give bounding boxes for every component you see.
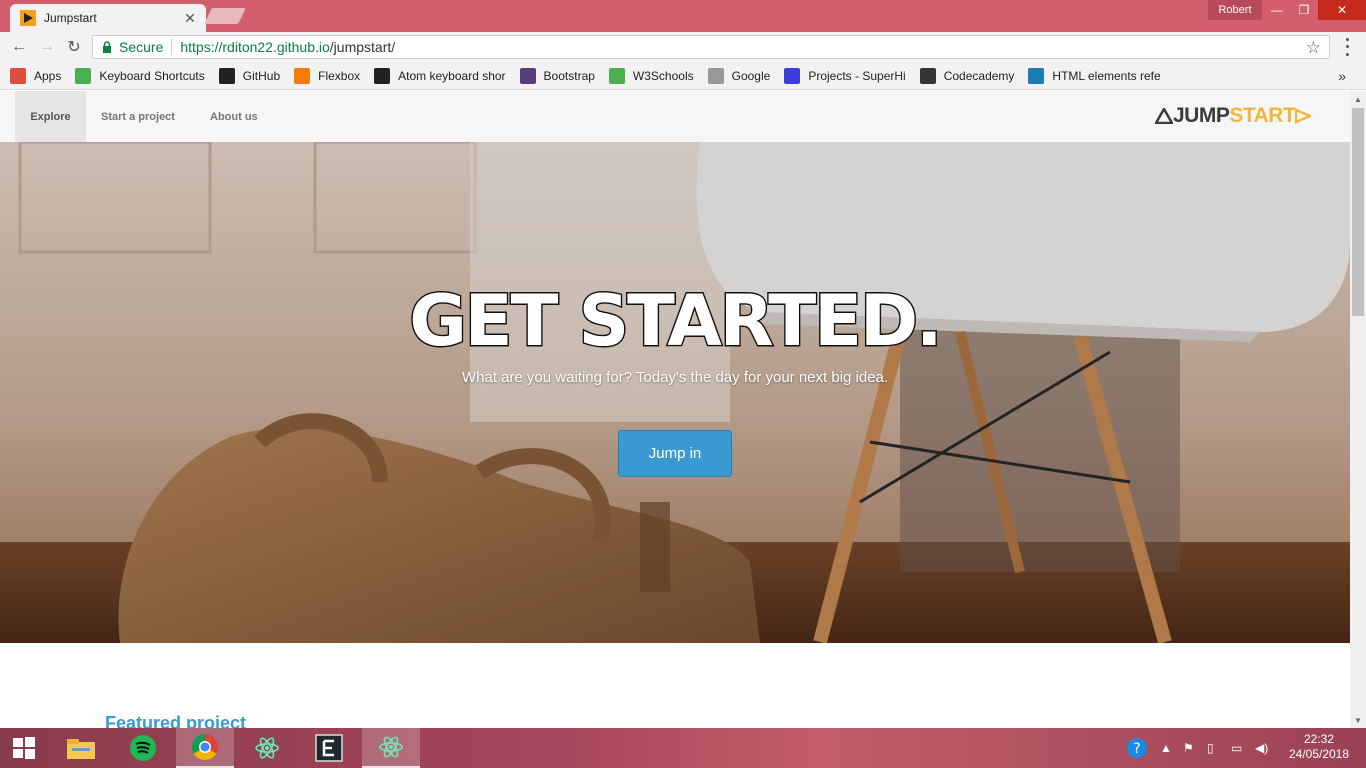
hero-background-image	[0, 142, 1350, 643]
bookmark-item[interactable]: HTML elements refe	[1028, 67, 1161, 84]
bookmark-label: Keyboard Shortcuts	[99, 68, 205, 83]
bookmark-label: Google	[731, 68, 771, 83]
bookmark-label: HTML elements refe	[1052, 68, 1161, 83]
github-icon	[218, 67, 235, 84]
scroll-up-icon[interactable]: ▲	[1350, 91, 1366, 107]
bookmark-label: Codecademy	[943, 68, 1015, 83]
volume-icon[interactable]: ◀)	[1255, 728, 1268, 768]
file-explorer-icon[interactable]	[52, 728, 110, 768]
system-clock[interactable]: 22:32 24/05/2018	[1286, 732, 1352, 762]
scroll-thumb[interactable]	[1352, 108, 1364, 316]
clock-date: 24/05/2018	[1288, 747, 1350, 761]
chrome-menu-icon[interactable]	[1340, 36, 1354, 58]
tablet-icon[interactable]: ▯	[1207, 728, 1214, 768]
bookmark-label: GitHub	[242, 68, 281, 83]
bookmark-item[interactable]: Flexbox	[294, 67, 361, 84]
codecademy-icon	[919, 67, 936, 84]
secure-label: Secure	[119, 39, 164, 55]
superhi-icon	[784, 67, 801, 84]
lock-icon	[103, 41, 111, 53]
bookmark-item[interactable]: Bootstrap	[519, 67, 595, 84]
hero-section: GET STARTED. What are you waiting for? T…	[0, 142, 1350, 643]
forward-arrow-icon[interactable]: →	[36, 37, 58, 57]
featured-project-heading: Featured project	[105, 713, 247, 728]
browser-tab[interactable]: Jumpstart ✕	[10, 4, 206, 32]
svg-text:?: ?	[1133, 741, 1140, 757]
bookmark-item[interactable]: GitHub	[218, 67, 281, 84]
editor-icon[interactable]	[300, 728, 358, 768]
tab-close-icon[interactable]: ✕	[182, 10, 198, 27]
spotify-icon[interactable]	[114, 728, 172, 768]
bookmarks-overflow-icon[interactable]: »	[1338, 68, 1346, 84]
new-tab-button[interactable]	[204, 8, 246, 24]
bookmark-label: W3Schools	[632, 68, 694, 83]
url-path: /jumpstart/	[329, 39, 396, 55]
minimize-icon[interactable]: —	[1264, 0, 1290, 20]
tray-expand-icon[interactable]: ▲	[1160, 728, 1172, 768]
hero-subtitle: What are you waiting for? Today's the da…	[461, 369, 889, 386]
windows-taskbar: ? ▲ ⚑ ▯ ▭ ◀) 22:32 24/05/2018	[0, 728, 1366, 768]
hero-title: GET STARTED.	[408, 279, 944, 364]
back-arrow-icon[interactable]: ←	[8, 37, 30, 57]
reload-icon[interactable]: ↻	[63, 37, 85, 57]
jump-in-button[interactable]: Jump in	[618, 430, 732, 477]
bookmark-label: Bootstrap	[543, 68, 595, 83]
logo-play-icon	[1295, 108, 1312, 124]
windows-start-icon[interactable]	[0, 728, 48, 768]
url-host: https://rditon22.github.io	[180, 39, 330, 55]
page-scrollbar[interactable]: ▲ ▼	[1350, 91, 1366, 728]
clock-time: 22:32	[1303, 732, 1335, 746]
page-viewport: Explore Start a project About us JUMP STA…	[0, 91, 1350, 728]
bookmark-item[interactable]: W3Schools	[608, 67, 694, 84]
tab-title: Jumpstart	[44, 11, 97, 25]
jumpstart-logo[interactable]: JUMP START	[1155, 104, 1312, 127]
play-icon	[20, 10, 36, 26]
chrome-icon[interactable]	[176, 728, 234, 768]
nav-start-project[interactable]: Start a project	[101, 91, 175, 142]
address-bar[interactable]: Secure https://rditon22.github.io/jumpst…	[92, 35, 1330, 59]
logo-triangle-icon	[1155, 108, 1173, 124]
bookmarks-bar: Apps Keyboard Shortcuts GitHub Flexbox Atom …	[0, 62, 1366, 90]
w3-icon	[75, 67, 92, 84]
page-icon	[707, 67, 724, 84]
mdn-icon	[1028, 67, 1045, 84]
bookmark-star-icon[interactable]: ☆	[1306, 38, 1321, 58]
nav-explore[interactable]: Explore	[15, 91, 86, 142]
bookmark-item[interactable]: Atom keyboard shor	[374, 67, 506, 84]
restore-icon[interactable]: ❐	[1290, 0, 1318, 20]
github-icon	[374, 67, 391, 84]
bookmark-label: Apps	[34, 68, 62, 83]
bookmark-label: Atom keyboard shor	[398, 68, 506, 83]
bootstrap-icon	[519, 67, 536, 84]
bookmark-item[interactable]: Apps	[10, 67, 62, 84]
asterisk-icon	[294, 67, 311, 84]
bookmark-item[interactable]: Projects - SuperHi	[784, 67, 906, 84]
omnibox-divider	[171, 39, 173, 55]
atom-icon[interactable]	[238, 728, 296, 768]
bookmark-label: Projects - SuperHi	[808, 68, 906, 83]
apps-grid-icon	[10, 67, 26, 84]
window-close-icon[interactable]: ✕	[1318, 0, 1366, 20]
site-nav: Explore Start a project About us JUMP STA…	[0, 91, 1350, 142]
network-icon[interactable]: ▭	[1231, 728, 1242, 768]
scroll-down-icon[interactable]: ▼	[1350, 712, 1366, 728]
help-icon[interactable]: ?	[1126, 728, 1148, 768]
logo-start-text: START	[1229, 104, 1296, 127]
browser-toolbar: ← → ↻ Secure https://rditon22.github.io /…	[0, 32, 1366, 62]
browser-titlebar: Jumpstart ✕ Robert — ❐ ✕	[0, 0, 1366, 32]
nav-about-us[interactable]: About us	[210, 91, 258, 142]
bookmark-item[interactable]: Codecademy	[919, 67, 1015, 84]
atom-icon[interactable]	[362, 728, 420, 768]
logo-jump-text: JUMP	[1173, 104, 1230, 127]
bookmark-item[interactable]: Google	[707, 67, 771, 84]
profile-button[interactable]: Robert	[1208, 0, 1262, 20]
w3-icon	[608, 67, 625, 84]
bookmark-item[interactable]: Keyboard Shortcuts	[75, 67, 205, 84]
flag-icon[interactable]: ⚑	[1183, 728, 1194, 768]
bookmark-label: Flexbox	[318, 68, 361, 83]
